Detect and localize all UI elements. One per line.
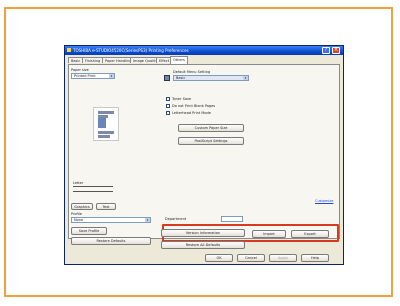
tab-finishing[interactable]: Finishing: [82, 57, 104, 63]
chevron-down-icon: ▾: [109, 74, 114, 78]
help-titlebar-button[interactable]: ?: [322, 47, 330, 54]
customize-link[interactable]: Customize: [315, 199, 333, 203]
graphics-tab[interactable]: Graphics: [71, 203, 93, 210]
apply-button[interactable]: Apply: [269, 254, 297, 262]
text-tab[interactable]: Text: [96, 203, 116, 210]
default-menu-label: Default Menu Setting: [173, 70, 211, 74]
printer-icon: [67, 48, 71, 52]
tab-basic[interactable]: Basic: [68, 57, 84, 63]
profile-label: Profile: [71, 212, 82, 216]
status-text: Letter: [73, 181, 84, 185]
ok-button[interactable]: OK: [205, 254, 233, 262]
printing-preferences-dialog: TOSHIBA e-STUDIO4520C(SeriesPS3) Printin…: [64, 45, 344, 265]
dialog-titlebar: TOSHIBA e-STUDIO4520C(SeriesPS3) Printin…: [65, 46, 343, 55]
cancel-button[interactable]: Cancel: [237, 254, 265, 262]
postscript-settings-button[interactable]: PostScript Settings: [178, 137, 244, 145]
default-menu-value: Basic: [176, 76, 186, 80]
menu-icon: [164, 75, 170, 81]
preview-line: [98, 111, 114, 114]
preview-line: [98, 135, 110, 138]
blank-pages-label: Do not Print Blank Pages: [172, 104, 216, 108]
letterhead-label: Letterhead Print Mode: [172, 111, 211, 115]
version-information-button[interactable]: Version Information: [161, 229, 245, 237]
chevron-down-icon: ▾: [145, 218, 150, 222]
others-panel: Paper size Printed Print ▾ Letter Graphi…: [68, 64, 340, 245]
custom-paper-size-button[interactable]: Custom Paper Size: [178, 124, 244, 132]
tab-others[interactable]: Others: [170, 56, 188, 64]
page-preview: [93, 107, 119, 141]
profile-select[interactable]: None ▾: [71, 217, 151, 223]
profile-value: None: [74, 218, 84, 222]
paper-size-select[interactable]: Printed Print ▾: [71, 73, 115, 79]
preview-line: [98, 131, 114, 134]
toner-save-label: Toner Save: [172, 97, 192, 101]
blank-pages-checkbox[interactable]: [166, 104, 170, 108]
letterhead-checkbox[interactable]: [166, 111, 170, 115]
paper-size-label: Paper size: [71, 68, 89, 72]
paper-size-value: Printed Print: [74, 74, 96, 78]
default-menu-select[interactable]: Basic ▾: [173, 75, 249, 81]
chevron-down-icon: ▾: [243, 76, 248, 80]
restore-all-defaults-button[interactable]: Restore All Defaults: [161, 241, 245, 249]
save-profile-button[interactable]: Save Profile: [71, 227, 107, 235]
toner-save-checkbox[interactable]: [166, 97, 170, 101]
ruler-graphic: [73, 186, 113, 192]
help-button[interactable]: Help: [301, 254, 329, 262]
restore-defaults-button[interactable]: Restore Defaults: [71, 237, 151, 245]
department-input[interactable]: [221, 216, 243, 222]
dialog-title: TOSHIBA e-STUDIO4520C(SeriesPS3) Printin…: [73, 48, 189, 53]
preview-image: [98, 118, 106, 128]
department-label: Department: [165, 217, 187, 221]
close-icon[interactable]: ×: [332, 47, 340, 54]
